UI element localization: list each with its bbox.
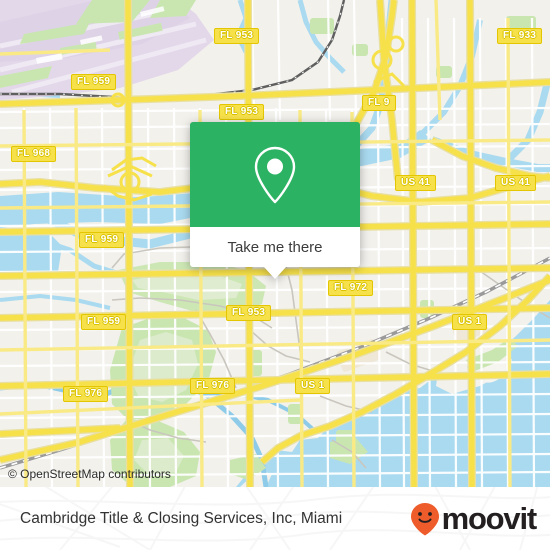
road-shield: FL 968 (11, 146, 57, 162)
road-shield: US 41 (395, 175, 437, 191)
road-shield: FL 953 (219, 104, 265, 120)
popup-pointer-tail (264, 267, 286, 279)
footer-bar: Cambridge Title & Closing Services, Inc,… (0, 487, 550, 550)
road-shield: FL 953 (226, 305, 272, 321)
place-title: Cambridge Title & Closing Services, Inc,… (20, 509, 343, 527)
road-shield: FL 959 (71, 74, 117, 90)
road-shield: FL 976 (63, 386, 109, 402)
road-shield: FL 976 (190, 378, 236, 394)
road-shield: FL 9 (362, 95, 396, 111)
road-shield: US 1 (452, 314, 488, 330)
osm-attribution[interactable]: © OpenStreetMap contributors (8, 467, 171, 481)
take-me-there-label: Take me there (227, 238, 323, 256)
map-canvas[interactable]: FL 953 FL 933 FL 959 FL 953 FL 9 FL 968 … (0, 0, 550, 487)
moovit-logo[interactable]: moovit (410, 501, 538, 536)
road-shield: FL 953 (214, 28, 260, 44)
map-pin-icon (254, 146, 296, 203)
location-popup[interactable]: Take me there (190, 122, 360, 279)
popup-image-panel[interactable] (190, 122, 360, 227)
map-share-card: FL 953 FL 933 FL 959 FL 953 FL 9 FL 968 … (0, 0, 550, 550)
road-shield: US 1 (295, 378, 331, 394)
road-shield: US 41 (495, 175, 537, 191)
road-shield: FL 972 (328, 280, 374, 296)
road-shield: FL 933 (497, 28, 543, 44)
road-shield: FL 959 (79, 232, 125, 248)
road-shield: FL 959 (81, 314, 127, 330)
take-me-there-button[interactable]: Take me there (190, 227, 360, 267)
moovit-wordmark: moovit (441, 501, 538, 536)
moovit-pin-icon (410, 502, 439, 535)
